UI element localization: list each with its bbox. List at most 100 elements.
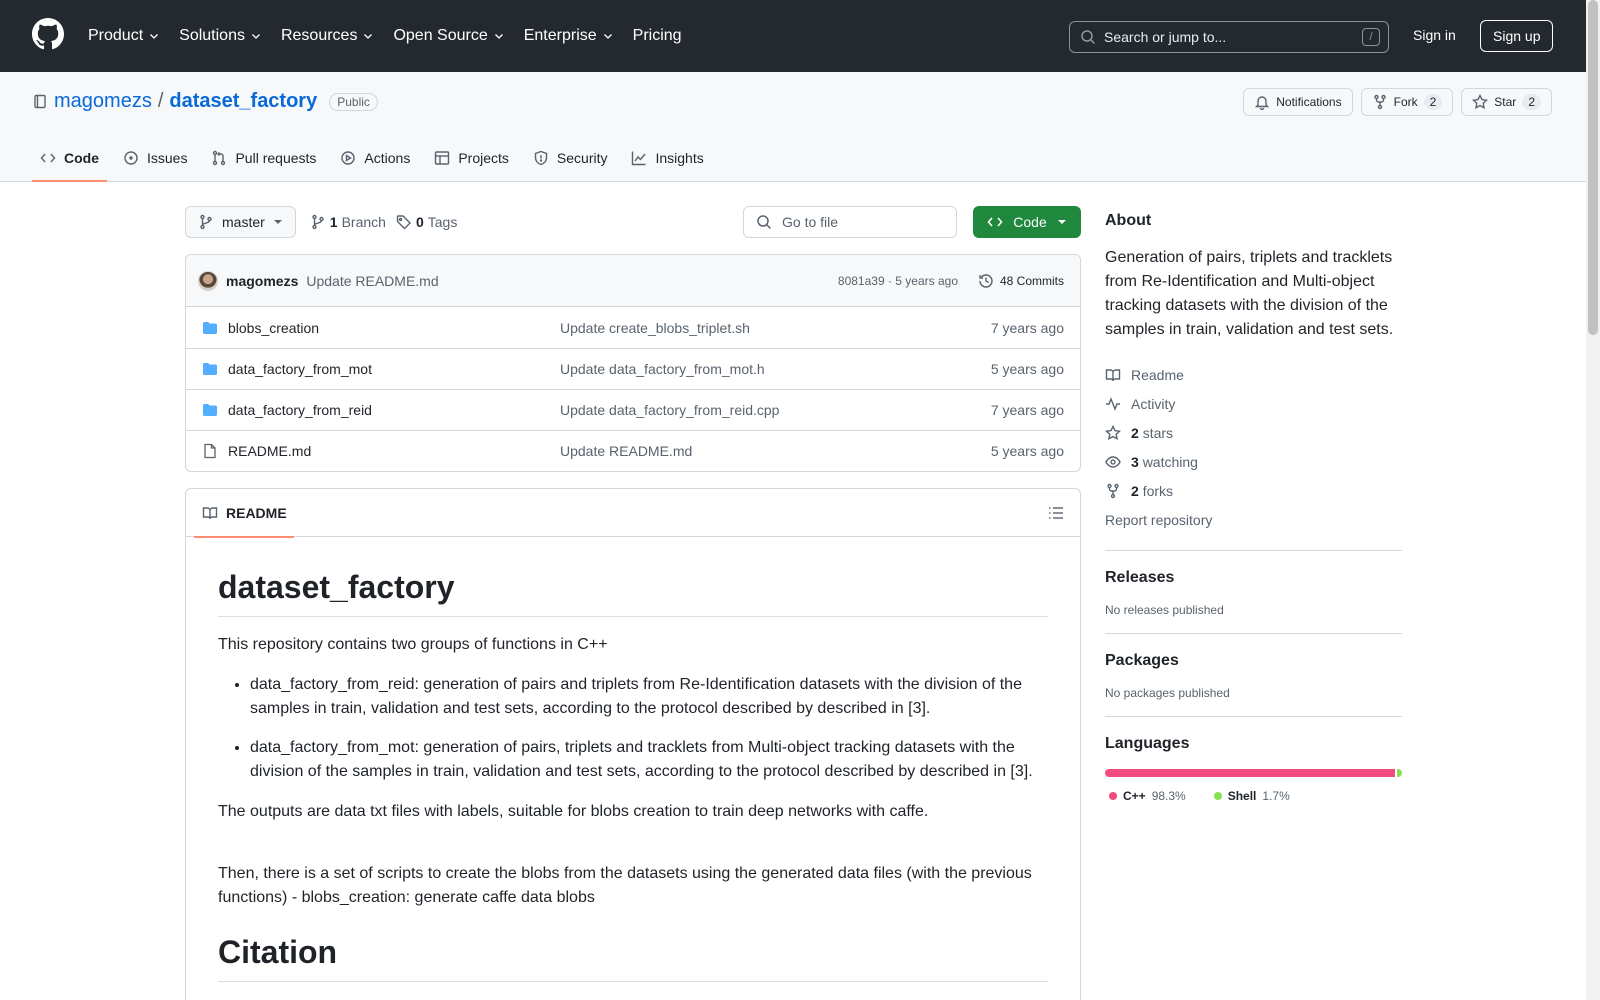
commit-message[interactable]: Update README.md — [306, 273, 438, 289]
nav-pricing[interactable]: Pricing — [633, 27, 682, 45]
language-percent: 1.7% — [1262, 789, 1290, 803]
fork-icon — [1373, 94, 1386, 110]
tab-label: Actions — [364, 150, 411, 166]
branch-count: 1 — [329, 214, 338, 230]
folder-icon — [203, 321, 217, 334]
repo-title: magomezs / dataset_factory Public — [32, 90, 378, 113]
file-name-link[interactable]: data_factory_from_reid — [228, 402, 372, 418]
packages-heading[interactable]: Packages — [1105, 652, 1402, 670]
table-row[interactable]: blobs_creation Update create_blobs_triple… — [186, 307, 1080, 348]
readme-then: Then, there is a set of scripts to creat… — [218, 865, 1032, 906]
avatar[interactable] — [198, 270, 218, 291]
notifications-button[interactable]: Notifications — [1243, 88, 1353, 116]
nav-label: Open Source — [393, 27, 488, 44]
sidebar-link-readme[interactable]: Readme — [1105, 360, 1402, 389]
star-icon — [1472, 94, 1489, 109]
releases-heading[interactable]: Releases — [1105, 569, 1402, 587]
tab-label: Projects — [458, 150, 509, 166]
readme-intro: This repository contains two groups of f… — [218, 636, 608, 653]
sidebar-link-label: Activity — [1131, 395, 1176, 412]
main-content: master 1 Branch 0 Tags Go to file Code m… — [185, 206, 1081, 1000]
tag-count: 0 — [415, 214, 424, 230]
commit-count: 48 Commits — [999, 273, 1064, 288]
nav-solutions[interactable]: Solutions — [179, 27, 261, 45]
language-item[interactable]: C++ 98.3% — [1105, 789, 1186, 803]
fork-button[interactable]: Fork 2 — [1360, 88, 1454, 116]
issue-icon — [124, 151, 138, 165]
chevron-down-icon — [494, 34, 503, 39]
nav-product[interactable]: Product — [88, 27, 159, 45]
sidebar-link-count: 2 — [1131, 424, 1139, 441]
language-bar-segment — [1396, 769, 1402, 777]
nav-open-source[interactable]: Open Source — [393, 27, 503, 45]
tab-issues[interactable]: Issues — [115, 134, 195, 182]
branch-name: master — [222, 214, 265, 230]
tab-label: Security — [556, 150, 608, 166]
tab-insights[interactable]: Insights — [623, 134, 711, 182]
language-item[interactable]: Shell 1.7% — [1210, 789, 1290, 803]
file-commit-message[interactable]: Update data_factory_from_mot.h — [560, 361, 765, 377]
star-button[interactable]: Star 2 — [1461, 88, 1552, 116]
tab-pull-requests[interactable]: Pull requests — [203, 134, 324, 182]
readme-tab[interactable]: README — [194, 489, 294, 538]
code-dropdown-button[interactable]: Code — [973, 206, 1081, 238]
nav-label: Solutions — [179, 27, 245, 44]
sidebar-link-label: stars — [1142, 424, 1174, 441]
play-icon — [341, 151, 356, 165]
packages-section: Packages No packages published — [1105, 633, 1402, 700]
language-bar — [1105, 769, 1402, 777]
commit-sha-time[interactable]: 8081a39 · 5 years ago — [838, 274, 958, 288]
pulse-icon — [1106, 396, 1120, 411]
sidebar-link-count: 3 — [1131, 453, 1139, 470]
sign-in-link[interactable]: Sign in — [1413, 27, 1456, 43]
global-header: Product Solutions Resources Open Source Ente… — [0, 0, 1586, 72]
shield-icon — [534, 150, 548, 166]
file-commit-message[interactable]: Update data_factory_from_reid.cpp — [560, 402, 779, 418]
about-links: Readme Activity 2 stars 3 watching 2 forks — [1105, 360, 1402, 505]
file-name-link[interactable]: data_factory_from_mot — [228, 361, 372, 377]
file-commit-message[interactable]: Update create_blobs_triplet.sh — [560, 320, 750, 336]
commits-link[interactable]: 48 Commits — [978, 273, 1064, 289]
go-to-file-input[interactable]: Go to file — [743, 206, 957, 238]
sidebar-link-text: Readme — [1131, 367, 1184, 383]
nav-label: Pricing — [632, 27, 682, 44]
file-name-link[interactable]: blobs_creation — [228, 320, 319, 336]
branch-selector[interactable]: master — [185, 206, 296, 238]
page-scrollbar[interactable] — [1586, 0, 1600, 1000]
table-row[interactable]: README.md Update README.md 5 years ago — [186, 430, 1080, 471]
sidebar-link-activity[interactable]: Activity — [1105, 389, 1402, 418]
file-name-link[interactable]: README.md — [228, 443, 311, 459]
table-row[interactable]: data_factory_from_mot Update data_factory… — [186, 348, 1080, 389]
sidebar-link-label: watching — [1142, 453, 1198, 470]
sign-up-button[interactable]: Sign up — [1480, 20, 1554, 52]
tab-code[interactable]: Code — [32, 134, 107, 182]
about-heading: About — [1105, 212, 1152, 229]
search-input[interactable]: Search or jump to... / — [1069, 21, 1389, 53]
tab-label: Issues — [147, 150, 188, 166]
chevron-down-icon — [603, 34, 612, 39]
readme-panel: README dataset_factory This repository c… — [185, 488, 1081, 1000]
repo-owner-link[interactable]: magomezs — [54, 90, 152, 113]
sidebar-link-forks[interactable]: 2 forks — [1105, 476, 1402, 505]
branches-link[interactable]: 1 Branch — [310, 214, 386, 230]
nav-enterprise[interactable]: Enterprise — [524, 27, 613, 45]
tab-security[interactable]: Security — [525, 134, 616, 182]
report-repository-link[interactable]: Report repository — [1105, 505, 1402, 534]
scrollbar-thumb[interactable] — [1588, 0, 1598, 335]
tags-link[interactable]: 0 Tags — [396, 214, 457, 230]
sidebar-link-watching[interactable]: 3 watching — [1105, 447, 1402, 476]
repo-name-link[interactable]: dataset_factory — [169, 90, 317, 113]
language-bar-segment — [1105, 769, 1395, 777]
commit-author[interactable]: magomezs — [226, 273, 298, 289]
table-row[interactable]: data_factory_from_reid Update data_factor… — [186, 389, 1080, 430]
file-commit-date: 7 years ago — [990, 319, 1064, 336]
tab-projects[interactable]: Projects — [426, 134, 517, 182]
github-logo-icon[interactable] — [32, 18, 64, 50]
file-commit-message[interactable]: Update README.md — [560, 443, 692, 459]
tab-actions[interactable]: Actions — [332, 134, 418, 182]
sidebar-link-stars[interactable]: 2 stars — [1105, 418, 1402, 447]
bell-icon — [1255, 96, 1270, 110]
nav-resources[interactable]: Resources — [281, 27, 373, 45]
table-of-contents-icon[interactable] — [1048, 505, 1064, 521]
repo-header: magomezs / dataset_factory Public Notifi… — [0, 72, 1586, 182]
